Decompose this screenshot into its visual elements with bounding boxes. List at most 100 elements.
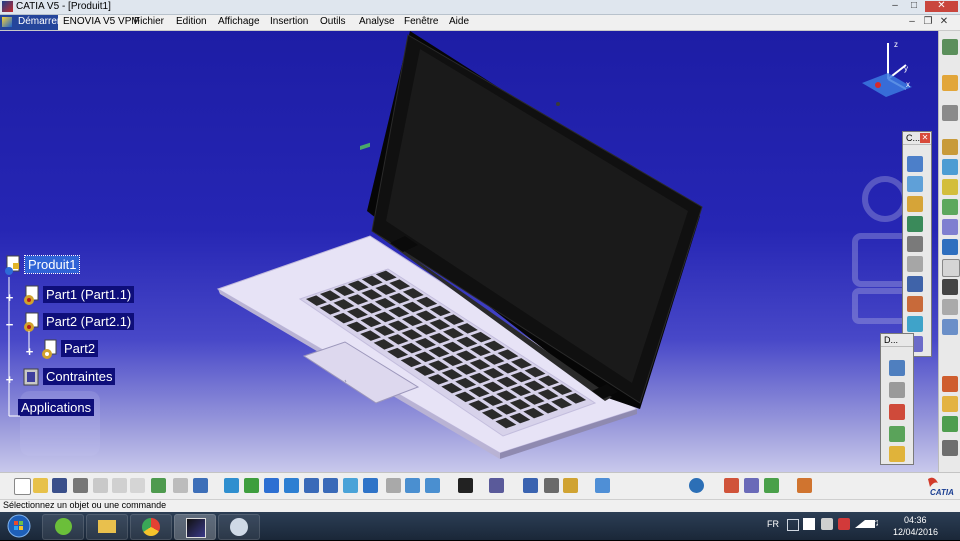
open-folder-icon[interactable] <box>33 478 48 493</box>
pan-icon[interactable] <box>264 478 279 493</box>
numbering-icon[interactable] <box>942 279 958 295</box>
3d-viewport[interactable]: Produit1 + Part1 (Part1.1) − Part2 (Part… <box>0 31 938 472</box>
compass-icon[interactable]: z y x <box>856 37 916 99</box>
doc-close-button[interactable]: ✕ <box>938 16 950 28</box>
measure-item-icon[interactable] <box>544 478 559 493</box>
clock-time[interactable]: 04:36 <box>904 515 927 525</box>
axis-system-icon[interactable] <box>942 440 958 456</box>
cut-icon[interactable] <box>93 478 108 493</box>
part-icon[interactable] <box>942 179 958 195</box>
new-file-icon[interactable] <box>14 478 31 495</box>
menu-aide[interactable]: Aide <box>449 16 469 27</box>
measure-between-icon[interactable] <box>523 478 538 493</box>
tray-antivirus-icon[interactable] <box>838 518 850 530</box>
menu-edition[interactable]: Edition <box>176 16 207 27</box>
fit-all-icon[interactable] <box>244 478 259 493</box>
dmu-palette[interactable]: D... <box>880 333 914 465</box>
language-indicator[interactable]: FR <box>767 519 779 529</box>
replace-component-icon[interactable] <box>942 219 958 235</box>
select-arrow-icon[interactable] <box>942 75 958 91</box>
snap-icon[interactable] <box>889 426 905 442</box>
rotate-icon[interactable] <box>284 478 299 493</box>
windows-start-button[interactable] <box>6 514 32 538</box>
whats-this-icon[interactable] <box>193 478 208 493</box>
zoom-out-icon[interactable] <box>323 478 338 493</box>
flexible-rigid-icon[interactable] <box>907 296 923 312</box>
zoom-in-icon[interactable] <box>304 478 319 493</box>
component-icon[interactable] <box>942 139 958 155</box>
iso-view-icon[interactable] <box>363 478 378 493</box>
copy-icon[interactable] <box>112 478 127 493</box>
save-icon[interactable] <box>52 478 67 493</box>
scene-icon[interactable] <box>942 416 958 432</box>
tray-windows-icon[interactable] <box>803 518 815 530</box>
taskbar-paint[interactable] <box>218 514 260 540</box>
taskbar-utorrent[interactable] <box>42 514 84 540</box>
taskbar-catia[interactable] <box>174 514 216 540</box>
menu-fichier[interactable]: Fichier <box>134 16 164 27</box>
laptop-3d-model[interactable] <box>0 31 938 472</box>
constraints-palette[interactable]: C... ✕ <box>902 131 932 357</box>
dmu-palette-header[interactable]: D... <box>881 334 913 347</box>
material-library-icon[interactable] <box>744 478 759 493</box>
fast-multi-instantiation-icon[interactable] <box>942 396 958 412</box>
offset-constraint-icon[interactable] <box>907 196 923 212</box>
contact-constraint-icon[interactable] <box>907 176 923 192</box>
fly-mode-icon[interactable] <box>224 478 239 493</box>
multi-instantiation-icon[interactable] <box>942 376 958 392</box>
menu-enovia[interactable]: ENOVIA V5 VPM <box>63 16 140 27</box>
graph-tree-icon[interactable] <box>942 239 958 255</box>
existing-component-icon[interactable] <box>942 199 958 215</box>
taskbar-chrome[interactable] <box>130 514 172 540</box>
menu-affichage[interactable]: Affichage <box>218 16 260 27</box>
fix-component-icon[interactable] <box>907 236 923 252</box>
menu-analyse[interactable]: Analyse <box>359 16 395 27</box>
redo-icon[interactable] <box>173 478 188 493</box>
reorder-icon[interactable] <box>942 259 960 277</box>
menu-outils[interactable]: Outils <box>320 16 346 27</box>
tray-flag-icon[interactable] <box>787 519 799 531</box>
minimize-button[interactable]: – <box>886 1 904 12</box>
maximize-button[interactable]: □ <box>905 1 923 12</box>
measure-inertia-icon[interactable] <box>563 478 578 493</box>
workbench-icon[interactable] <box>942 39 958 55</box>
print-icon[interactable] <box>73 478 88 493</box>
grid-icon[interactable] <box>797 478 812 493</box>
knowledge-icon[interactable] <box>689 478 704 493</box>
paste-icon[interactable] <box>130 478 145 493</box>
selective-load-icon[interactable] <box>942 299 958 315</box>
clash-icon[interactable] <box>889 404 905 420</box>
menu-insertion[interactable]: Insertion <box>270 16 308 27</box>
constraints-palette-header[interactable]: C... ✕ <box>903 132 931 145</box>
update-icon[interactable] <box>489 478 504 493</box>
capture-icon[interactable] <box>458 478 473 493</box>
taskbar-explorer[interactable] <box>86 514 128 540</box>
start-menu-button[interactable]: Démarrer <box>0 15 60 30</box>
constraints-palette-close-button[interactable]: ✕ <box>920 133 930 143</box>
explode-icon[interactable] <box>889 360 905 376</box>
quick-constraint-icon[interactable] <box>907 276 923 292</box>
coincidence-constraint-icon[interactable] <box>907 156 923 172</box>
render-style-icon[interactable] <box>386 478 401 493</box>
hide-show-icon[interactable] <box>405 478 420 493</box>
clock-date[interactable]: 12/04/2016 <box>893 527 938 537</box>
manipulation-icon[interactable] <box>889 382 905 398</box>
doc-minimize-button[interactable]: – <box>906 16 918 28</box>
menu-fenetre[interactable]: Fenêtre <box>404 16 438 27</box>
undo-icon[interactable] <box>151 478 166 493</box>
swap-visible-space-icon[interactable] <box>425 478 440 493</box>
angle-constraint-icon[interactable] <box>907 216 923 232</box>
catalog-browser-icon[interactable] <box>595 478 610 493</box>
move-icon[interactable] <box>942 105 958 121</box>
fix-together-icon[interactable] <box>907 256 923 272</box>
tray-device-icon[interactable] <box>821 518 833 530</box>
smart-move-icon[interactable] <box>889 446 905 462</box>
tray-volume-icon[interactable]: ♫ <box>872 518 882 530</box>
scene-render-icon[interactable] <box>764 478 779 493</box>
close-button[interactable]: ✕ <box>925 1 958 12</box>
normal-view-icon[interactable] <box>343 478 358 493</box>
apply-material-icon[interactable] <box>724 478 739 493</box>
change-constraint-icon[interactable] <box>907 316 923 332</box>
manage-representations-icon[interactable] <box>942 319 958 335</box>
product-icon[interactable] <box>942 159 958 175</box>
